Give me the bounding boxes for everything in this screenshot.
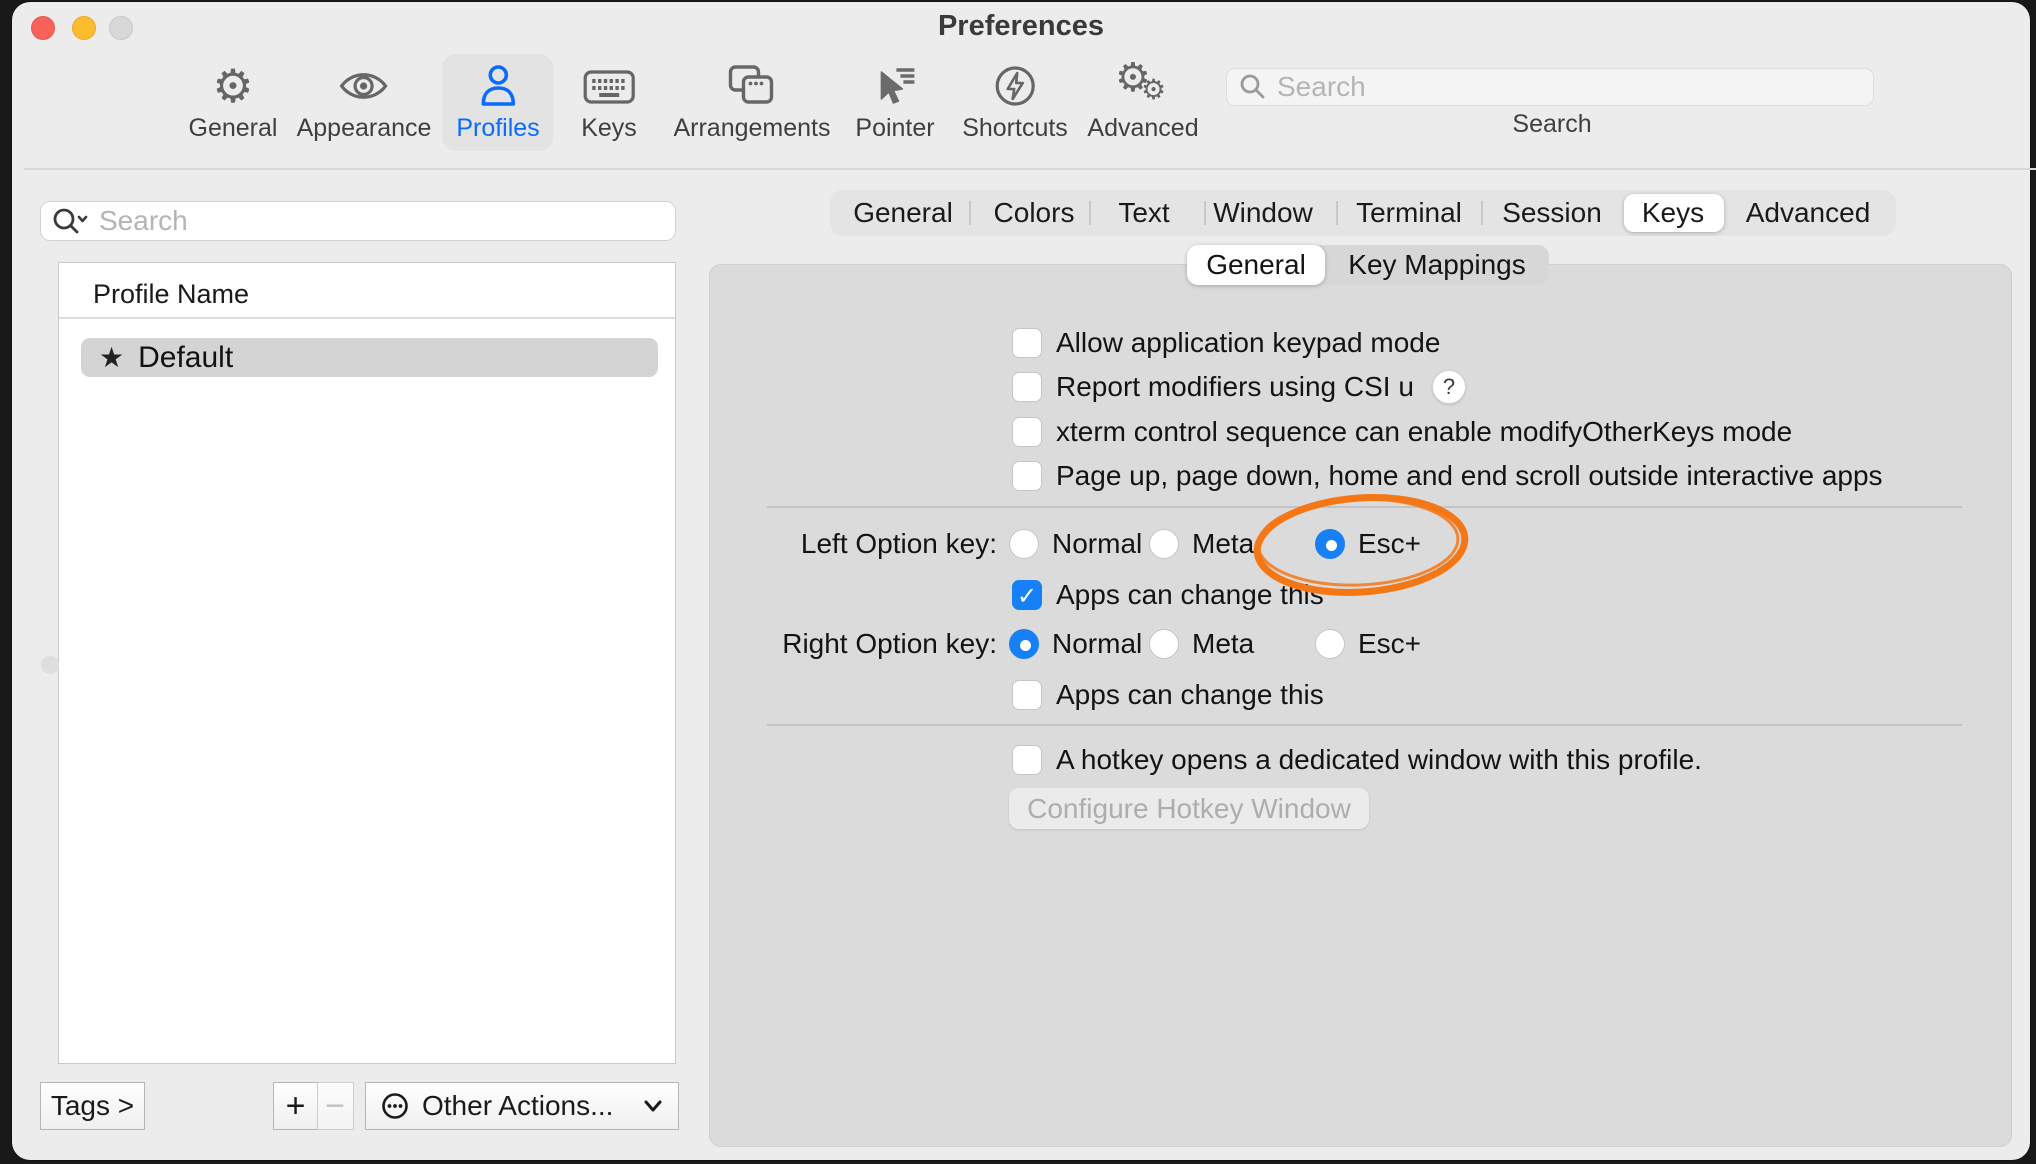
toolbar-item-keys[interactable]: Keys	[567, 54, 651, 151]
search-icon	[1239, 73, 1267, 101]
checkbox-right-apps-can-change[interactable]	[1012, 680, 1042, 710]
row-left-apps-can-change: Apps can change this	[1012, 579, 1324, 611]
toolbar-search-caption: Search	[1452, 110, 1652, 139]
tab-session[interactable]: Session	[1502, 190, 1602, 236]
tab-terminal[interactable]: Terminal	[1356, 190, 1462, 236]
radio-right-meta[interactable]	[1149, 629, 1179, 659]
right-option-meta[interactable]: Meta	[1149, 628, 1254, 660]
row-modify-other-keys: xterm control sequence can enable modify…	[1012, 416, 1792, 448]
left-option-key-label: Left Option key:	[712, 528, 997, 560]
radio-left-normal[interactable]	[1009, 529, 1039, 559]
other-actions-dropdown[interactable]: Other Actions...	[365, 1082, 679, 1130]
toolbar-item-advanced[interactable]: ⚙⚙ Advanced	[1073, 54, 1212, 151]
right-option-key-label: Right Option key:	[712, 628, 997, 660]
checkbox-keypad-mode[interactable]	[1012, 328, 1042, 358]
tab-keys[interactable]: Keys	[1642, 190, 1704, 236]
toolbar-item-general[interactable]: ⚙ General	[175, 54, 292, 151]
left-option-esc[interactable]: Esc+	[1315, 528, 1421, 560]
profile-name: Default	[138, 341, 233, 375]
gear-icon: ⚙	[212, 60, 253, 112]
tab-text[interactable]: Text	[1118, 190, 1169, 236]
tab-separator	[1089, 201, 1091, 225]
radio-left-esc[interactable]	[1315, 529, 1345, 559]
left-option-normal[interactable]: Normal	[1009, 528, 1142, 560]
section-divider	[767, 724, 1962, 726]
star-icon: ★	[99, 341, 124, 374]
help-button[interactable]: ?	[1432, 370, 1466, 404]
row-hotkey-window: A hotkey opens a dedicated window with t…	[1012, 744, 1702, 776]
person-icon	[476, 60, 520, 112]
checkbox-hotkey-window[interactable]	[1012, 745, 1042, 775]
section-divider	[767, 506, 1962, 508]
splitter-dot	[41, 656, 59, 674]
toolbar-item-profiles[interactable]: Profiles	[442, 54, 553, 151]
radio-right-esc[interactable]	[1315, 629, 1345, 659]
checkbox-left-apps-can-change[interactable]	[1012, 580, 1042, 610]
search-menu-icon	[51, 206, 91, 236]
checkbox-label: xterm control sequence can enable modify…	[1056, 416, 1792, 448]
toolbar-search-input[interactable]	[1277, 71, 1861, 103]
profile-search-input[interactable]	[99, 205, 665, 237]
profile-list-header: Profile Name	[93, 279, 249, 310]
checkbox-label: Page up, page down, home and end scroll …	[1056, 460, 1883, 492]
checkbox-modify-other-keys[interactable]	[1012, 417, 1042, 447]
windows-icon	[727, 60, 777, 112]
subtab-general[interactable]: General	[1206, 245, 1306, 285]
add-profile-button[interactable]: +	[273, 1082, 318, 1130]
right-option-normal[interactable]: Normal	[1009, 628, 1142, 660]
tab-advanced[interactable]: Advanced	[1746, 190, 1871, 236]
gears-icon: ⚙⚙	[1115, 60, 1171, 112]
row-csi-u: Report modifiers using CSI u ?	[1012, 370, 1466, 404]
row-keypad-mode: Allow application keypad mode	[1012, 327, 1440, 359]
profile-row-default[interactable]: ★ Default	[81, 338, 658, 377]
window-title: Preferences	[12, 10, 2030, 43]
checkbox-label: Report modifiers using CSI u	[1056, 371, 1414, 403]
circle-ellipsis-icon	[380, 1091, 410, 1121]
row-right-apps-can-change: Apps can change this	[1012, 679, 1324, 711]
tab-window[interactable]: Window	[1213, 190, 1313, 236]
toolbar-item-appearance[interactable]: Appearance	[283, 54, 446, 151]
toolbar-item-arrangements[interactable]: Arrangements	[659, 54, 844, 151]
configure-hotkey-window-button[interactable]: Configure Hotkey Window	[1009, 788, 1369, 829]
lightning-icon	[992, 60, 1038, 112]
checkbox-csi-u[interactable]	[1012, 372, 1042, 402]
profile-list: Profile Name ★ Default	[58, 262, 676, 1064]
tab-general[interactable]: General	[853, 190, 953, 236]
chevron-down-icon	[642, 1098, 664, 1114]
tab-separator	[969, 201, 971, 225]
subtab-key-mappings[interactable]: Key Mappings	[1348, 245, 1525, 285]
checkbox-scroll-outside[interactable]	[1012, 461, 1042, 491]
cursor-icon	[872, 60, 918, 112]
left-option-meta[interactable]: Meta	[1149, 528, 1254, 560]
checkbox-label: Allow application keypad mode	[1056, 327, 1440, 359]
tab-colors[interactable]: Colors	[994, 190, 1075, 236]
toolbar-item-pointer[interactable]: Pointer	[841, 54, 948, 151]
radio-left-meta[interactable]	[1149, 529, 1179, 559]
tab-separator	[1336, 201, 1338, 225]
tab-separator	[1204, 201, 1206, 225]
toolbar-item-shortcuts[interactable]: Shortcuts	[948, 54, 1082, 151]
eye-icon	[338, 60, 390, 112]
row-scroll-outside: Page up, page down, home and end scroll …	[1012, 460, 1883, 492]
screen: Preferences ⚙ General Appearance Profile…	[0, 0, 2036, 1164]
toolbar-search-field[interactable]	[1226, 68, 1874, 106]
preferences-window: Preferences ⚙ General Appearance Profile…	[12, 2, 2030, 1160]
right-option-esc[interactable]: Esc+	[1315, 628, 1421, 660]
toolbar-divider	[24, 168, 2036, 170]
tab-separator	[1481, 201, 1483, 225]
header-divider	[59, 317, 675, 319]
profile-search-field[interactable]	[40, 201, 676, 241]
tags-button[interactable]: Tags >	[40, 1082, 145, 1130]
remove-profile-button[interactable]: −	[317, 1082, 354, 1130]
keyboard-icon	[582, 60, 636, 112]
radio-right-normal[interactable]	[1009, 629, 1039, 659]
